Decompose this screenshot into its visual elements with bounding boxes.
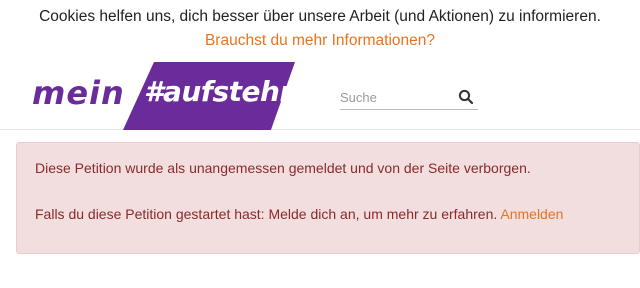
alert-login-text: Falls du diese Petition gestartet hast: …: [35, 206, 498, 222]
cookie-banner: Cookies helfen uns, dich besser über uns…: [0, 0, 640, 56]
search-bar: [340, 86, 478, 110]
search-input[interactable]: [340, 86, 452, 108]
alert-login-hint: Falls du diese Petition gestartet hast: …: [35, 206, 563, 222]
alert-message: Diese Petition wurde als unangemessen ge…: [35, 160, 531, 176]
cookie-message: Cookies helfen uns, dich besser über uns…: [39, 8, 601, 25]
logo-text-mein: mein: [32, 74, 125, 112]
site-logo[interactable]: mein #aufstehn: [0, 58, 300, 130]
login-link[interactable]: Anmelden: [500, 206, 563, 222]
petition-hidden-alert: Diese Petition wurde als unangemessen ge…: [16, 142, 640, 254]
site-header: mein #aufstehn: [0, 58, 640, 130]
cookie-info-link[interactable]: Brauchst du mehr Informationen?: [0, 32, 640, 50]
logo-text-aufstehn: #aufstehn: [144, 75, 299, 108]
search-icon[interactable]: [458, 89, 474, 105]
